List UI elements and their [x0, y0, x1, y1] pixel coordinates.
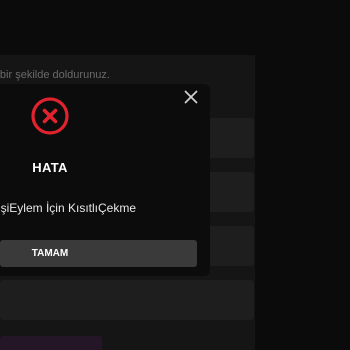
screen: Lütfen formu eksiksiz bir şekilde doldur…: [0, 0, 350, 350]
form-hint-text: Lütfen formu eksiksiz bir şekilde doldur…: [0, 69, 110, 81]
close-icon[interactable]: [184, 90, 198, 104]
ok-button-label: TAMAM: [31, 248, 69, 259]
dialog-title: HATA: [32, 160, 68, 175]
form-field-4[interactable]: [0, 280, 254, 320]
dialog-message: AlışverişiEylem İçin KısıtlıÇekme: [0, 201, 136, 215]
submit-button[interactable]: [0, 336, 102, 350]
error-circle-x-icon: [30, 96, 70, 136]
ok-button[interactable]: TAMAM: [0, 240, 197, 267]
